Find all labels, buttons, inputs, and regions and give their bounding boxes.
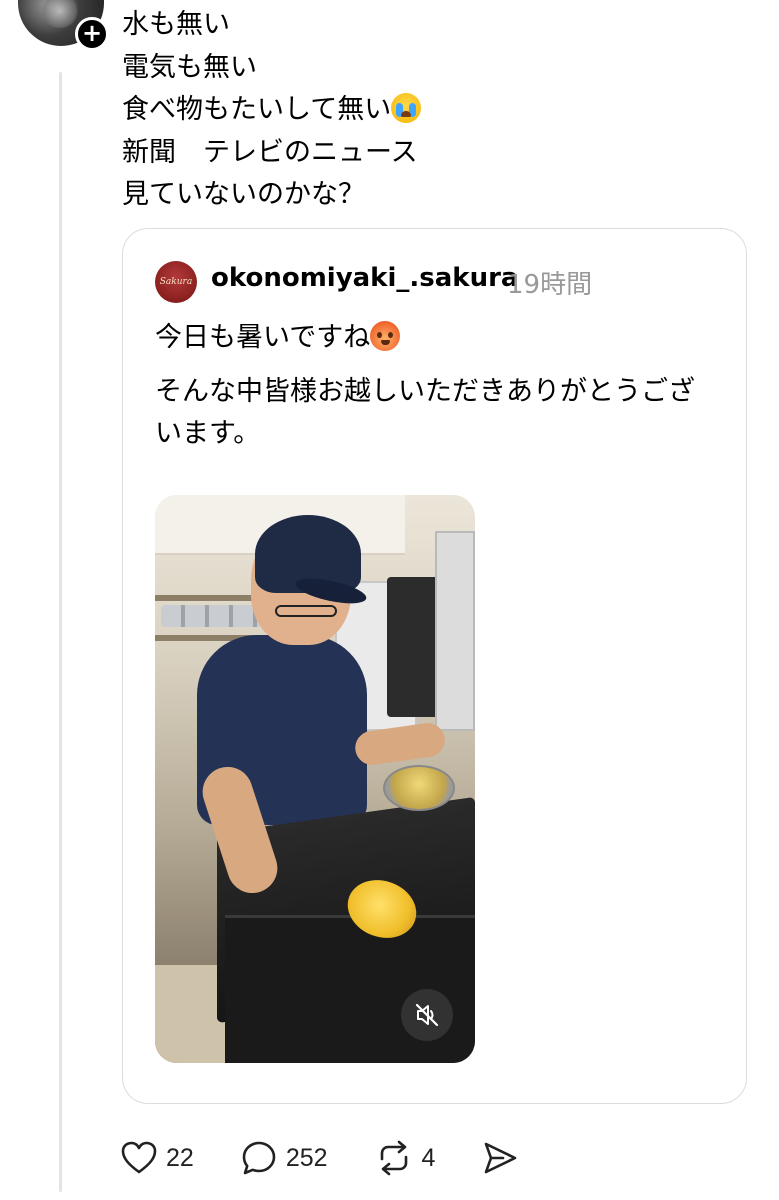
video-scene-fridge [435,531,475,731]
quoted-avatar-logo-text: Sakura [159,277,193,287]
post-line: 水も無い [122,9,230,40]
post-line-with-emoji: 食べ物もたいして無い [122,89,752,132]
repost-count: 4 [421,1143,436,1172]
hot-face-icon [370,321,401,351]
quoted-post-time: 19時間 [507,270,593,300]
thread-post: + 水も無い 電気も無い 食べ物もたいして無い 新聞 テレビのニュース 見ていな… [0,0,779,1200]
post-line: 新聞 テレビのニュース [122,136,418,168]
video-scene-floor [155,965,225,1063]
send-paper-plane-icon [485,1142,517,1174]
like-count: 22 [166,1143,194,1172]
repost-button[interactable]: 4 [374,1139,436,1177]
video-scene-glasses [275,605,337,617]
video-scene-machine [387,577,439,717]
quoted-post-card[interactable]: Sakura okonomiyaki_.sakura 19時間 今日も暑いですね… [122,228,747,1104]
post-body: 水も無い 電気も無い 食べ物もたいして無い 新聞 テレビのニュース 見ていないの… [122,4,752,217]
post-line: 電気も無い [122,51,257,83]
speaker-muted-icon [415,1003,439,1027]
repost-icon [380,1140,407,1176]
comment-bubble-icon [242,1141,276,1175]
post-line: 見ていないのかな？ [122,179,365,210]
video-scene-batter-bowl [383,765,455,811]
post-line: 食べ物もたいして無い [122,94,392,125]
like-button[interactable]: 22 [120,1140,194,1176]
quoted-paragraph: そんな中皆様お越しいただきありがとうございます。 [155,376,695,449]
post-action-bar: 22 252 4 [120,1136,573,1180]
quoted-author-avatar[interactable]: Sakura [155,261,197,303]
quoted-paragraph-text: 今日も暑いですね [155,322,371,353]
thread-connector-line [59,72,62,1192]
quoted-username[interactable]: okonomiyaki_.sakura [211,263,518,293]
loudly-crying-face-icon [391,93,422,123]
reply-count: 252 [285,1143,328,1172]
video-scene-griddle-front [225,915,475,1063]
video-scene-bowls [161,605,261,627]
quoted-post-body: 今日も暑いですね そんな中皆様お越しいただきありがとうございます。 [155,317,715,467]
quoted-paragraph: 今日も暑いですね [155,317,715,359]
mute-toggle-button[interactable] [401,989,453,1041]
reply-button[interactable]: 252 [240,1139,328,1177]
share-button[interactable] [481,1139,527,1177]
video-scene-shelf [155,595,265,601]
follow-plus-icon[interactable]: + [75,17,109,51]
quoted-video[interactable] [155,495,475,1063]
heart-icon [121,1141,157,1174]
